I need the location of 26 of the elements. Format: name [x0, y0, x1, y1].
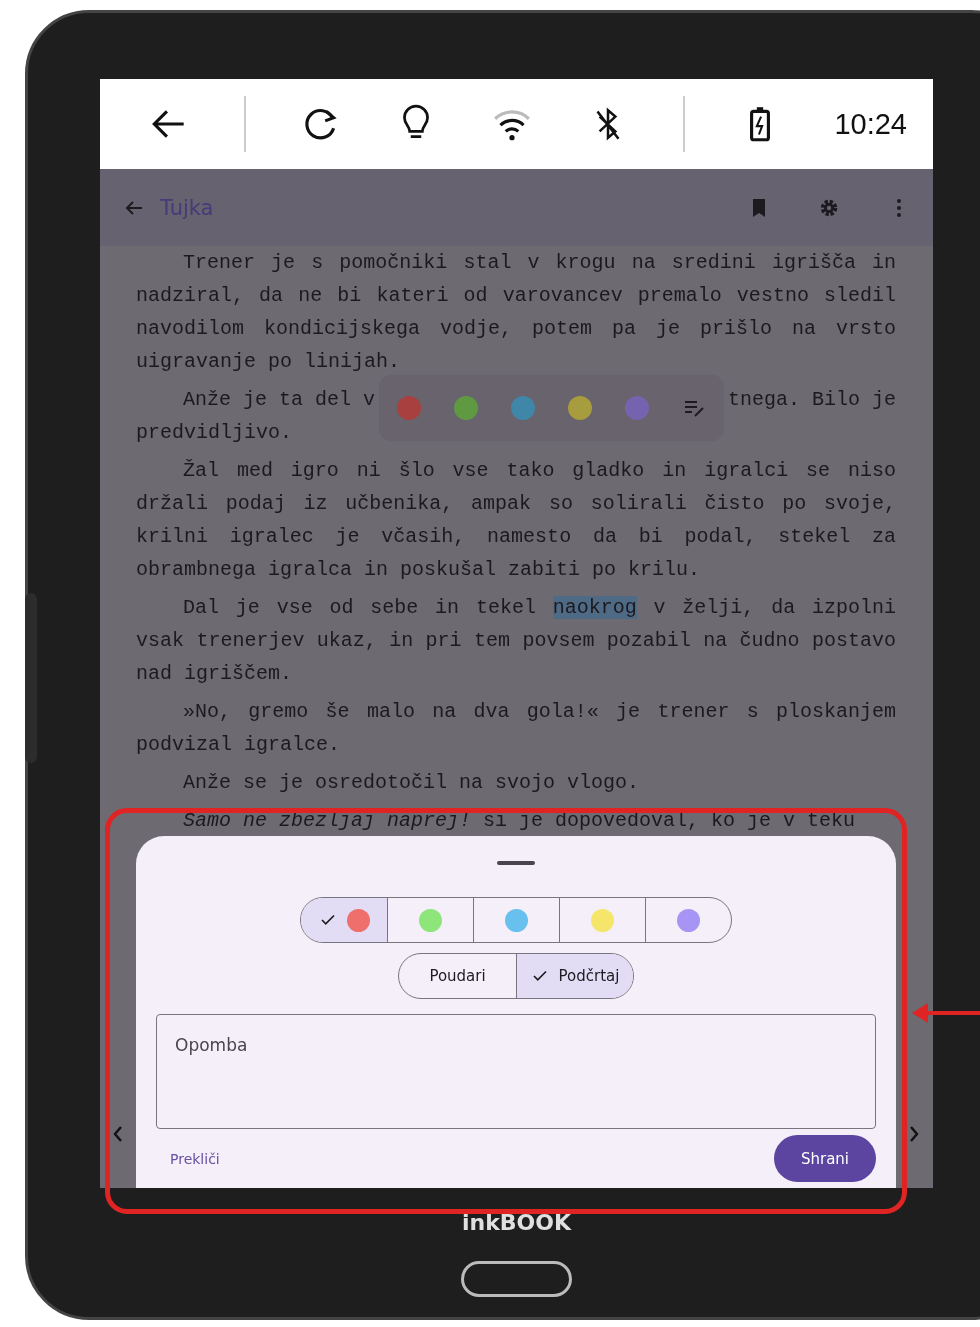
brand-logo: inkBOOK [460, 1210, 573, 1235]
book-paragraph: Anže se je osredotočil na svojo vlogo. [182, 770, 641, 796]
color-dot[interactable] [625, 396, 649, 420]
color-dot[interactable] [454, 396, 478, 420]
note-field[interactable]: Opomba [156, 1014, 876, 1129]
next-page-icon[interactable] [908, 1124, 920, 1144]
book-paragraph: Dal je vse od sebe in tekel naokrog v želji, da izpolni vsak trenerjev ukaz, in pri tem povsem pozabil na čudno postavo nad igriščem. [136, 595, 896, 687]
book-paragraph: »No, gremo še malo na dva gola!« je trener s ploskanjem podvizal igralce. [136, 699, 896, 758]
book-paragraph: Trener je s pomočniki stal v krogu na sredini igrišča in nadziral, da ne bi kateri od varovancev premalo vestno sledil navodilom kondicijskega vodje, potem pa je prišlo na vrsto uigravanje po linijah. [136, 250, 896, 375]
color-dot[interactable] [397, 396, 421, 420]
color-dot[interactable] [568, 396, 592, 420]
cancel-button[interactable]: Prekliči [156, 1144, 234, 1173]
color-option[interactable] [301, 898, 387, 942]
style-option[interactable]: Poudari [399, 954, 516, 998]
home-button[interactable] [461, 1261, 572, 1297]
color-dot[interactable] [511, 396, 535, 420]
save-button[interactable]: Shrani [774, 1135, 876, 1182]
book-paragraph: Žal med igro ni šlo vse tako gladko in igralci se niso držali podaj iz učbenika, ampak so solirali čisto po svoje, krilni igralec je včasih, namesto da bi podal, stekel za obrambnega igralca in poskušal zabiti po krilu. [136, 458, 896, 583]
book-text: tnega. Bilo je [727, 387, 896, 413]
previous-page-icon[interactable] [112, 1124, 124, 1144]
annotation-arrow [910, 1001, 980, 1025]
style-option[interactable]: Podčrtaj [516, 954, 633, 998]
clock-time: 10:24 [834, 107, 907, 141]
drag-handle[interactable] [497, 861, 535, 865]
book-text: Anže je ta del v [182, 387, 376, 413]
book-text: predvidljivo. [136, 420, 294, 446]
